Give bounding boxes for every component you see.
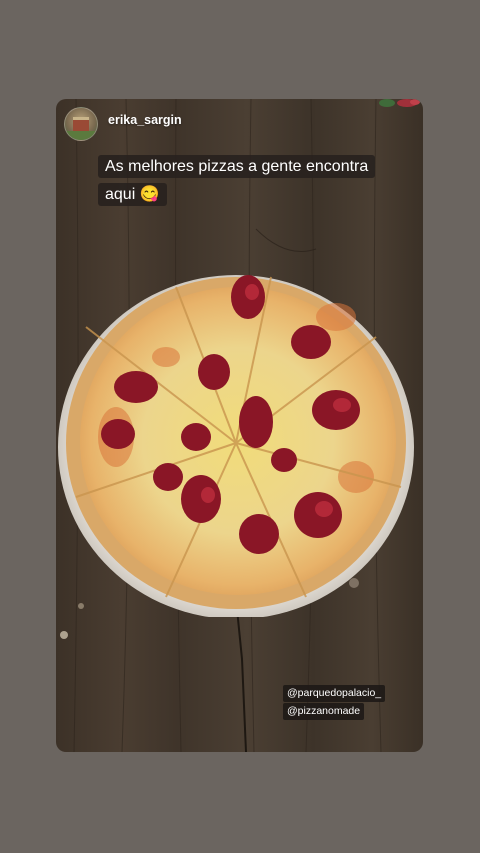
story-header: erika_sargin <box>64 107 182 141</box>
mention-tag-pizzanomade[interactable]: @pizzanomade <box>283 703 365 720</box>
username[interactable]: erika_sargin <box>108 113 182 127</box>
pizza-photo <box>58 275 414 617</box>
caption-line-2: aqui 😋 <box>98 183 167 206</box>
avatar-grass <box>65 131 97 140</box>
avatar-building <box>73 117 89 132</box>
story-card[interactable]: erika_sargin As melhores pizzas a gente … <box>56 99 423 752</box>
flower-icon <box>379 99 420 107</box>
story-viewer: erika_sargin As melhores pizzas a gente … <box>0 0 480 853</box>
mention-tags: @parquedopalacio_ @pizzanomade <box>283 685 386 720</box>
story-caption: As melhores pizzas a gente encontra aqui… <box>98 153 378 209</box>
profile-avatar[interactable] <box>64 107 98 141</box>
caption-line-1: As melhores pizzas a gente encontra <box>98 155 376 178</box>
mention-tag-parquedopalacio[interactable]: @parquedopalacio_ <box>283 685 386 702</box>
